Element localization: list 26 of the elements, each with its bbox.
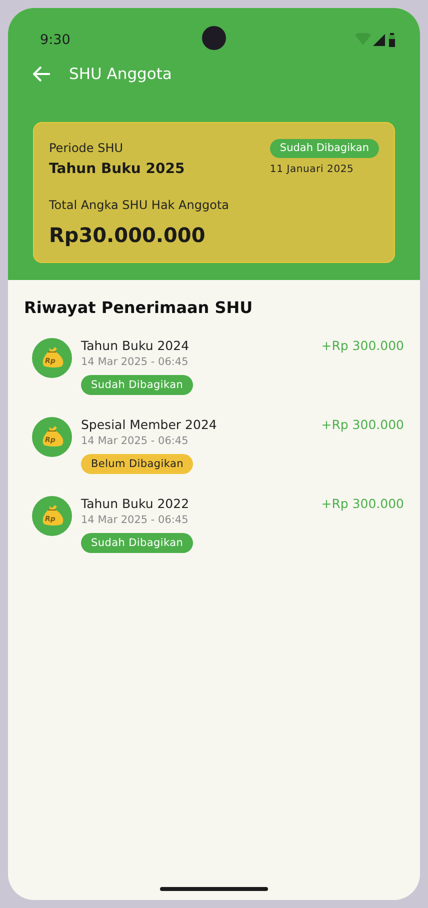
period-label: Periode SHU: [49, 140, 124, 157]
total-label: Total Angka SHU Hak Anggota: [49, 197, 230, 214]
item-datetime: 14 Mar 2025 - 06:45: [81, 434, 188, 448]
item-title: Tahun Buku 2024: [81, 338, 190, 354]
money-bag-icon: [32, 496, 72, 536]
amount: +Rp 300.000: [321, 417, 404, 434]
page-title: SHU Anggota: [69, 65, 172, 83]
total-amount: Rp30.000.000: [49, 222, 206, 249]
period-date: 11 Januari 2025: [270, 164, 355, 174]
status-icons: [355, 33, 395, 47]
item-datetime: 14 Mar 2025 - 06:45: [81, 355, 188, 369]
status-badge: Sudah Dibagikan: [81, 375, 194, 395]
status-badge: Sudah Dibagikan: [81, 533, 194, 553]
status-badge: Sudah Dibagikan: [270, 139, 379, 158]
back-arrow-icon[interactable]: [33, 66, 51, 82]
item-title: Tahun Buku 2022: [81, 496, 190, 512]
amount: +Rp 300.000: [321, 338, 404, 355]
amount: +Rp 300.000: [321, 496, 404, 513]
money-bag-icon: [32, 417, 72, 457]
period-value: Tahun Buku 2025: [49, 160, 186, 179]
section-title: Riwayat Penerimaan SHU: [24, 298, 254, 318]
money-bag-icon: [32, 338, 72, 378]
status-time: 9:30: [40, 32, 70, 48]
status-badge: Belum Dibagikan: [81, 454, 194, 474]
item-datetime: 14 Mar 2025 - 06:45: [81, 513, 188, 527]
item-title: Spesial Member 2024: [81, 417, 217, 433]
